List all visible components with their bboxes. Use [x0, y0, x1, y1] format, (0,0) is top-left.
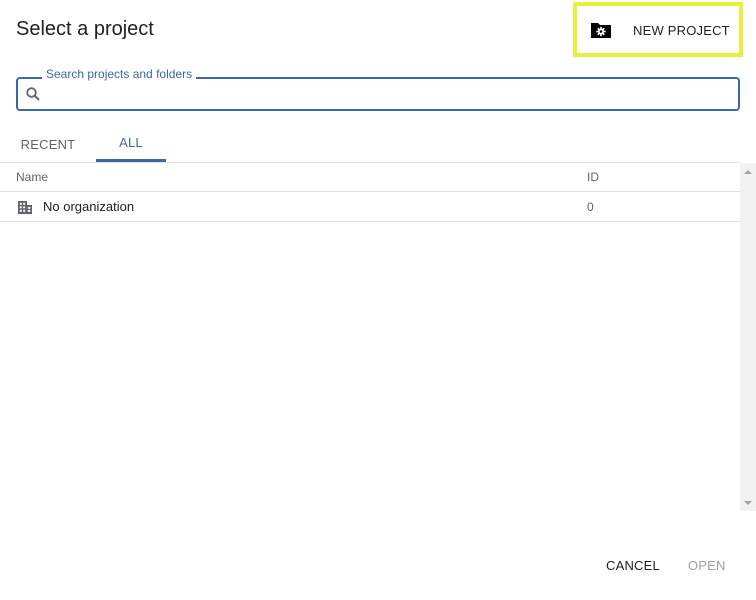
- row-name: No organization: [43, 199, 135, 214]
- search-icon: [25, 86, 41, 102]
- scroll-up-icon[interactable]: [744, 170, 752, 174]
- table-scrollbar[interactable]: [740, 163, 756, 511]
- open-button[interactable]: OPEN: [688, 553, 726, 577]
- building-icon: [17, 199, 33, 215]
- search-input[interactable]: [48, 80, 728, 108]
- tab-recent[interactable]: RECENT: [0, 126, 96, 162]
- dialog-title: Select a project: [16, 18, 154, 40]
- column-header-name[interactable]: Name: [0, 170, 587, 184]
- project-table: Name ID No organization 0: [0, 162, 740, 222]
- scroll-down-icon[interactable]: [744, 501, 752, 505]
- folder-gear-icon: [590, 21, 612, 39]
- column-header-id[interactable]: ID: [587, 170, 599, 184]
- tab-bar: RECENT ALL: [0, 126, 166, 162]
- row-name-cell: No organization: [0, 199, 587, 215]
- tab-all[interactable]: ALL: [96, 126, 166, 162]
- row-id: 0: [587, 199, 594, 214]
- new-project-button[interactable]: NEW PROJECT: [587, 14, 735, 46]
- cancel-button[interactable]: CANCEL: [606, 553, 660, 577]
- search-label: Search projects and folders: [42, 67, 197, 81]
- table-header: Name ID: [0, 162, 740, 192]
- new-project-label: NEW PROJECT: [633, 22, 730, 38]
- table-row[interactable]: No organization 0: [0, 192, 740, 222]
